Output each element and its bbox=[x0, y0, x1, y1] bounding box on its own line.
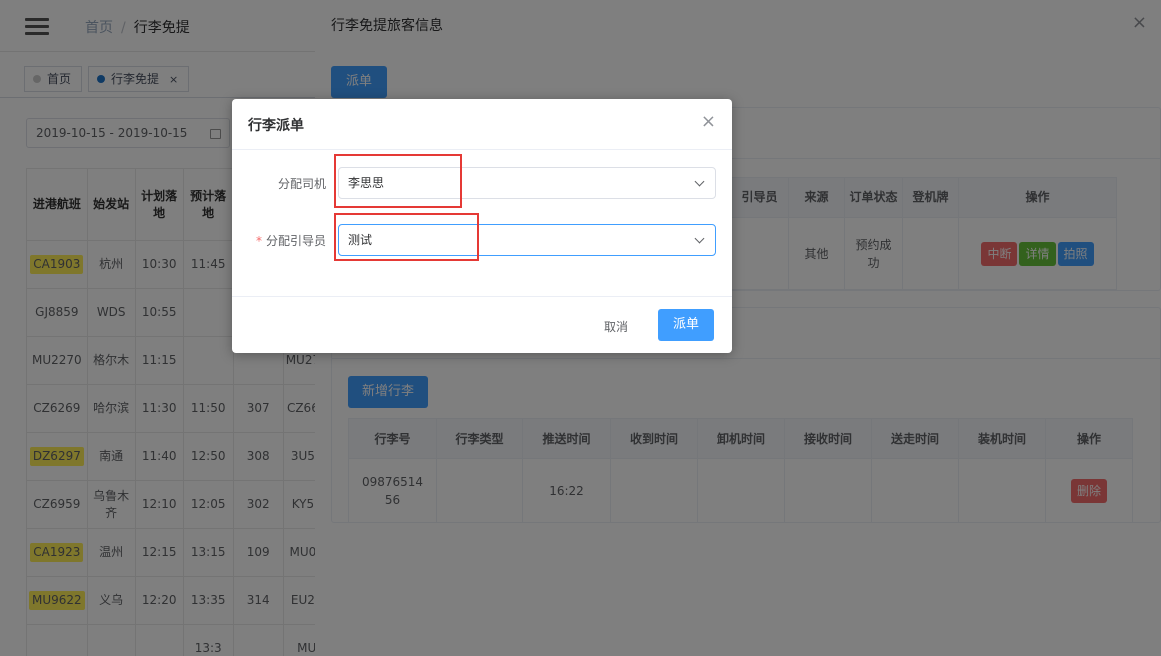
dialog-title: 行李派单 bbox=[248, 118, 304, 134]
confirm-dispatch-button[interactable]: 派单 bbox=[658, 309, 714, 341]
required-mark: * bbox=[255, 234, 262, 248]
chevron-down-icon bbox=[694, 176, 705, 187]
guide-label: * 分配引导员 bbox=[255, 234, 326, 248]
annotation-highlight-box bbox=[334, 213, 479, 261]
dialog-divider bbox=[232, 296, 732, 297]
annotation-highlight-box bbox=[334, 154, 462, 208]
dialog-divider bbox=[232, 149, 732, 150]
cancel-button[interactable]: 取消 bbox=[604, 318, 628, 335]
chevron-down-icon bbox=[694, 233, 705, 244]
luggage-dispatch-dialog: 行李派单 × 分配司机 李思思 * 分配引导员 测试 取消 派单 bbox=[232, 99, 732, 353]
driver-label: 分配司机 bbox=[277, 177, 326, 191]
close-icon[interactable]: × bbox=[701, 113, 716, 131]
